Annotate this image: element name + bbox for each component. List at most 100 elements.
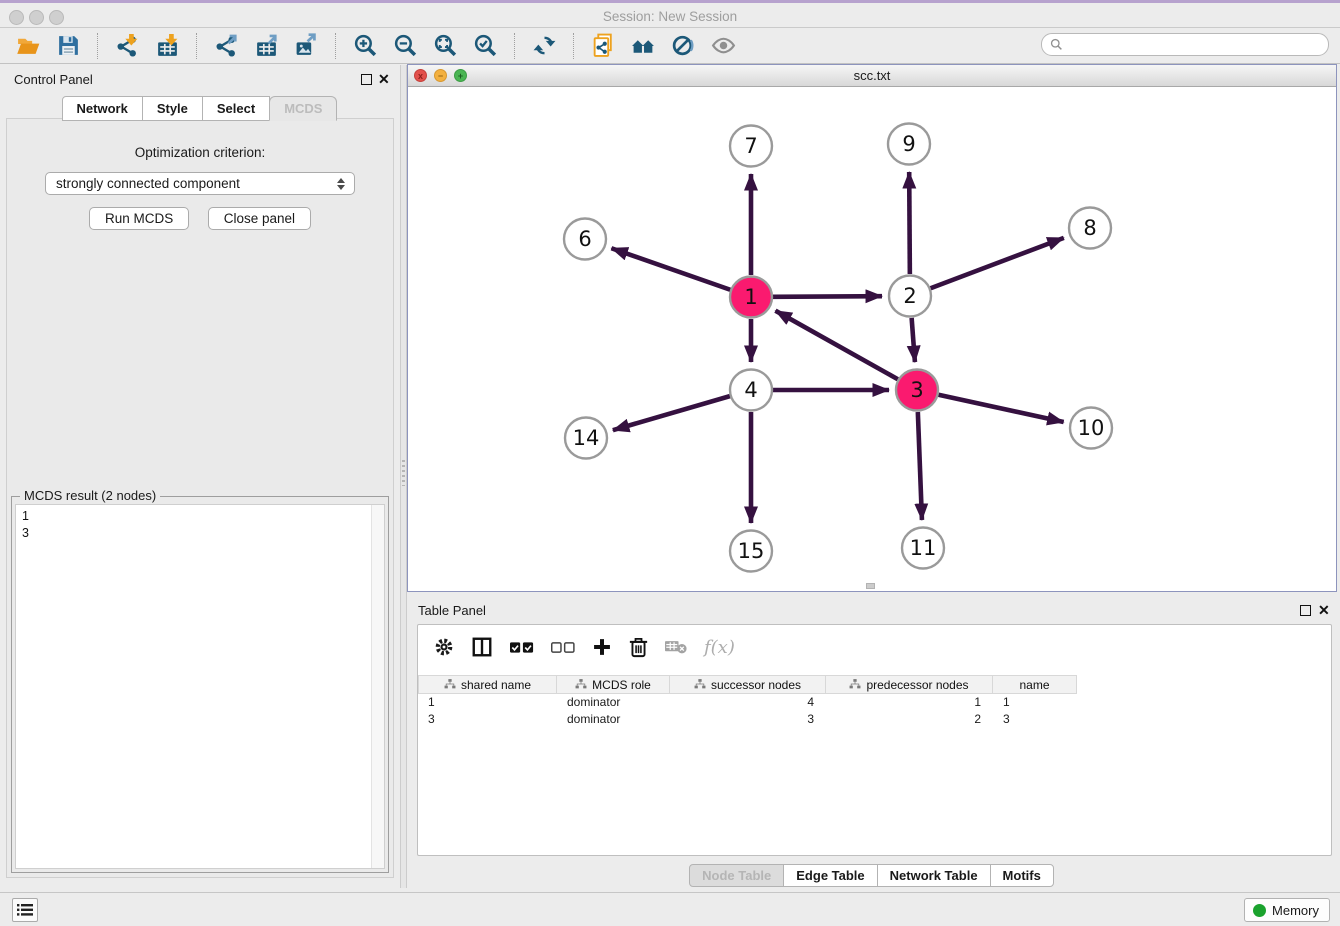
cell-predecessor-nodes[interactable]: 1 xyxy=(826,694,993,711)
edge-2-3[interactable] xyxy=(912,318,915,362)
table-header-row: shared nameMCDS rolesuccessor nodesprede… xyxy=(418,675,1331,694)
main-toolbar xyxy=(0,28,1340,64)
float-panel-icon[interactable] xyxy=(361,74,372,85)
cell-successor-nodes[interactable]: 4 xyxy=(670,694,826,711)
cell-name[interactable]: 1 xyxy=(993,694,1077,711)
edge-3-10[interactable] xyxy=(938,395,1063,422)
delete-table-button[interactable] xyxy=(665,639,687,655)
cell-predecessor-nodes[interactable]: 2 xyxy=(826,711,993,728)
close-panel-icon[interactable]: ✕ xyxy=(378,71,390,88)
add-column-button[interactable] xyxy=(592,637,612,657)
export-network-button[interactable] xyxy=(211,32,241,60)
memory-button[interactable]: Memory xyxy=(1244,898,1330,922)
edge-1-2[interactable] xyxy=(773,296,882,297)
tab-style[interactable]: Style xyxy=(142,96,203,121)
table-toolbar: f(x) xyxy=(418,625,1331,669)
app-title-bar: Session: New Session xyxy=(0,0,1340,28)
zoom-in-button[interactable] xyxy=(350,32,380,60)
zoom-selected-icon xyxy=(473,33,498,58)
cell-MCDS-role[interactable]: dominator xyxy=(557,711,670,728)
edge-2-9[interactable] xyxy=(909,172,910,274)
edge-1-6[interactable] xyxy=(611,248,730,290)
cell-shared-name[interactable]: 3 xyxy=(418,711,557,728)
node-3[interactable]: 3 xyxy=(896,370,938,411)
gear-button[interactable] xyxy=(434,637,454,657)
zoom-out-button[interactable] xyxy=(390,32,420,60)
node-2[interactable]: 2 xyxy=(889,276,931,317)
refresh-button[interactable] xyxy=(529,32,559,60)
column-header-name[interactable]: name xyxy=(993,675,1077,694)
table-row[interactable]: 1dominator411 xyxy=(418,694,1331,711)
tab-network[interactable]: Network xyxy=(62,96,143,121)
import-network-button[interactable] xyxy=(112,32,142,60)
export-table-button[interactable] xyxy=(251,32,281,60)
node-8[interactable]: 8 xyxy=(1069,208,1111,249)
node-1[interactable]: 1 xyxy=(730,277,772,318)
control-panel-tabs: NetworkStyleSelectMCDS xyxy=(0,96,400,121)
search-input[interactable] xyxy=(1063,38,1328,52)
edge-2-8[interactable] xyxy=(931,238,1064,288)
hide-selected-button[interactable] xyxy=(668,32,698,60)
import-table-icon xyxy=(155,33,180,58)
search-field[interactable] xyxy=(1041,33,1329,56)
network-canvas[interactable]: 7 9 6 8 1 2 4 3 14 10 15 11 xyxy=(408,87,1336,591)
network-window-titlebar[interactable]: x − + scc.txt xyxy=(408,65,1336,87)
tab-node-table[interactable]: Node Table xyxy=(689,864,784,887)
open-session-button[interactable] xyxy=(13,32,43,60)
task-history-button[interactable] xyxy=(12,898,38,922)
select-all-checkboxes-button[interactable] xyxy=(510,641,534,654)
tab-motifs[interactable]: Motifs xyxy=(990,864,1054,887)
node-15[interactable]: 15 xyxy=(730,531,772,572)
zoom-selected-button[interactable] xyxy=(470,32,500,60)
save-session-button[interactable] xyxy=(53,32,83,60)
search-icon xyxy=(1050,38,1063,51)
zoom-fit-button[interactable] xyxy=(430,32,460,60)
function-builder-button[interactable]: f(x) xyxy=(704,637,735,658)
node-14[interactable]: 14 xyxy=(565,418,607,459)
tab-edge-table[interactable]: Edge Table xyxy=(783,864,877,887)
split-columns-button[interactable] xyxy=(471,636,493,658)
column-header-predecessor-nodes[interactable]: predecessor nodes xyxy=(826,675,993,694)
close-panel-button[interactable]: Close panel xyxy=(208,207,311,230)
import-table-button[interactable] xyxy=(152,32,182,60)
table-close-icon[interactable]: ✕ xyxy=(1318,602,1330,619)
edge-3-11[interactable] xyxy=(918,412,922,520)
node-11[interactable]: 11 xyxy=(902,528,944,569)
edge-4-14[interactable] xyxy=(613,396,730,430)
cell-MCDS-role[interactable]: dominator xyxy=(557,694,670,711)
network-title: scc.txt xyxy=(408,68,1336,83)
cell-successor-nodes[interactable]: 3 xyxy=(670,711,826,728)
export-image-button[interactable] xyxy=(291,32,321,60)
mcds-result-text: 1 3 xyxy=(22,508,29,542)
canvas-scroll-thumb[interactable] xyxy=(866,583,875,589)
clone-network-button[interactable] xyxy=(588,32,618,60)
edge-3-1[interactable] xyxy=(775,311,897,380)
svg-text:7: 7 xyxy=(744,134,757,158)
table-row[interactable]: 3dominator323 xyxy=(418,711,1331,728)
table-float-icon[interactable] xyxy=(1300,605,1311,616)
node-10[interactable]: 10 xyxy=(1070,408,1112,449)
tab-network-table[interactable]: Network Table xyxy=(877,864,991,887)
node-7[interactable]: 7 xyxy=(730,126,772,167)
mcds-result-area[interactable]: 1 3 xyxy=(15,504,385,869)
column-header-MCDS-role[interactable]: MCDS role xyxy=(557,675,670,694)
delete-column-button[interactable] xyxy=(629,637,648,658)
cell-name[interactable]: 3 xyxy=(993,711,1077,728)
home-button[interactable] xyxy=(628,32,658,60)
run-mcds-button[interactable]: Run MCDS xyxy=(89,207,189,230)
tab-mcds[interactable]: MCDS xyxy=(269,96,337,121)
show-eye-button[interactable] xyxy=(708,32,738,60)
cell-shared-name[interactable]: 1 xyxy=(418,694,557,711)
svg-text:9: 9 xyxy=(902,132,915,156)
result-scrollbar[interactable] xyxy=(371,505,384,868)
column-header-shared-name[interactable]: shared name xyxy=(418,675,557,694)
tab-select[interactable]: Select xyxy=(202,96,270,121)
criterion-dropdown[interactable]: strongly connected component xyxy=(45,172,355,195)
column-header-successor-nodes[interactable]: successor nodes xyxy=(670,675,826,694)
deselect-all-checkboxes-button[interactable] xyxy=(551,641,575,654)
panel-splitter[interactable] xyxy=(400,65,407,888)
node-6[interactable]: 6 xyxy=(564,219,606,260)
node-4[interactable]: 4 xyxy=(730,370,772,411)
network-graph[interactable]: 7 9 6 8 1 2 4 3 14 10 15 11 xyxy=(408,87,1336,591)
node-9[interactable]: 9 xyxy=(888,124,930,165)
